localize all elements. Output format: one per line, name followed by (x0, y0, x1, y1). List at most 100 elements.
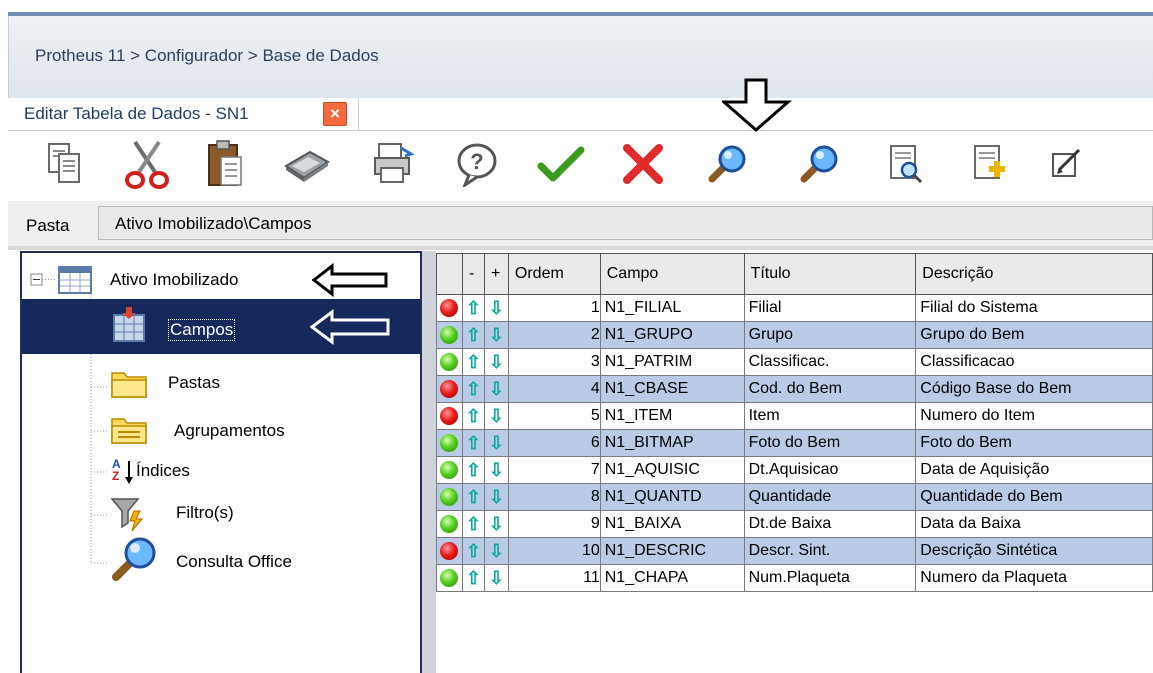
move-down-button[interactable]: ⇩ (483, 294, 509, 322)
print-icon[interactable] (364, 135, 422, 193)
status-green-icon (440, 487, 459, 506)
calculator-icon[interactable] (278, 135, 336, 193)
move-up-button[interactable]: ⇧ (461, 348, 485, 376)
application-window: Protheus 11 > Configurador > Base de Dad… (0, 0, 1153, 673)
cut-icon[interactable] (118, 135, 176, 193)
cell-campo: N1_PATRIM (599, 348, 745, 376)
status-green-icon (440, 514, 459, 533)
table-row[interactable]: ⇧ ⇩ 6 N1_BITMAP Foto do Bem Foto do Bem (436, 429, 1153, 457)
cell-ordem: 1 (507, 294, 601, 322)
table-row[interactable]: ⇧ ⇩ 3 N1_PATRIM Classificac. Classificacao (436, 348, 1153, 376)
move-down-button[interactable]: ⇩ (483, 510, 509, 538)
move-up-button[interactable]: ⇧ (461, 375, 485, 403)
search-next-icon[interactable] (790, 135, 848, 193)
arrow-down-icon: ⇩ (488, 540, 504, 561)
cell-descricao: Filial do Sistema (915, 294, 1153, 322)
move-up-button[interactable]: ⇧ (461, 294, 485, 322)
cell-ordem: 8 (507, 483, 601, 511)
cell-campo: N1_CHAPA (599, 564, 745, 592)
status-cell (436, 348, 463, 376)
fields-grid-icon (113, 307, 145, 342)
annotation-arrow-left-icon (310, 309, 390, 345)
move-down-button[interactable]: ⇩ (483, 348, 509, 376)
table-row[interactable]: ⇧ ⇩ 2 N1_GRUPO Grupo Grupo do Bem (436, 321, 1153, 349)
arrow-up-icon: ⇧ (465, 351, 481, 372)
table-icon (58, 266, 92, 294)
cell-campo: N1_CBASE (599, 375, 745, 403)
edit-icon[interactable] (1038, 135, 1096, 193)
new-document-icon[interactable] (960, 135, 1018, 193)
move-up-button[interactable]: ⇧ (461, 483, 485, 511)
cell-descricao: Quantidade do Bem (915, 483, 1153, 511)
table-row[interactable]: ⇧ ⇩ 11 N1_CHAPA Num.Plaqueta Numero da Plaque… (436, 564, 1153, 592)
cell-titulo: Descr. Sint. (743, 537, 917, 565)
move-down-button[interactable]: ⇩ (483, 456, 509, 484)
move-down-button[interactable]: ⇩ (483, 537, 509, 565)
move-up-button[interactable]: ⇧ (461, 510, 485, 538)
move-down-button[interactable]: ⇩ (483, 402, 509, 430)
table-row[interactable]: ⇧ ⇩ 9 N1_BAIXA Dt.de Baixa Data da Baixa (436, 510, 1153, 538)
table-row[interactable]: ⇧ ⇩ 7 N1_AQUISIC Dt.Aquisicao Data de Aquisiç… (436, 456, 1153, 484)
table-row[interactable]: ⇧ ⇩ 1 N1_FILIAL Filial Filial do Sistema (436, 294, 1153, 322)
paste-icon[interactable] (196, 135, 254, 193)
column-header-ordem[interactable]: Ordem (507, 253, 601, 295)
cancel-icon[interactable] (614, 135, 672, 193)
move-up-button[interactable]: ⇧ (461, 456, 485, 484)
tab-editar-tabela[interactable]: Editar Tabela de Dados - SN1 × (8, 98, 359, 130)
table-row[interactable]: ⇧ ⇩ 10 N1_DESCRIC Descr. Sint. Descrição Sint… (436, 537, 1153, 565)
confirm-icon[interactable] (532, 135, 590, 193)
cell-titulo: Dt.de Baixa (743, 510, 917, 538)
pasta-field[interactable]: Ativo Imobilizado\Campos (98, 206, 1153, 240)
arrow-up-icon: ⇧ (465, 459, 481, 480)
annotation-arrow-down-icon (722, 78, 792, 132)
cell-titulo: Num.Plaqueta (743, 564, 917, 592)
move-down-button[interactable]: ⇩ (483, 483, 509, 511)
tab-close-icon[interactable]: × (323, 102, 347, 126)
move-up-button[interactable]: ⇧ (461, 564, 485, 592)
help-icon[interactable]: ? (448, 135, 506, 193)
move-down-button[interactable]: ⇩ (483, 375, 509, 403)
arrow-down-icon: ⇩ (488, 567, 504, 588)
move-up-button[interactable]: ⇧ (461, 537, 485, 565)
move-up-button[interactable]: ⇧ (461, 402, 485, 430)
cell-descricao: Grupo do Bem (915, 321, 1153, 349)
tab-label: Editar Tabela de Dados - SN1 (24, 104, 249, 123)
cell-descricao: Foto do Bem (915, 429, 1153, 457)
splitter[interactable] (422, 251, 436, 673)
cell-ordem: 7 (507, 456, 601, 484)
status-green-icon (440, 352, 459, 371)
move-up-button[interactable]: ⇧ (461, 429, 485, 457)
tree-item-label: Agrupamentos (174, 421, 285, 440)
column-header-plus[interactable]: + (483, 253, 509, 295)
cell-ordem: 10 (507, 537, 601, 565)
tree-item-campos[interactable]: Campos (22, 299, 420, 354)
cell-ordem: 9 (507, 510, 601, 538)
cell-campo: N1_AQUISIC (599, 456, 745, 484)
fields-grid: - + Ordem Campo Título Descrição ⇧ ⇩ 1 N1_F… (436, 253, 1153, 673)
cell-campo: N1_ITEM (599, 402, 745, 430)
tree-panel: Ativo Imobilizado Campos Pastas Agrupame… (20, 251, 422, 673)
move-down-button[interactable]: ⇩ (483, 429, 509, 457)
table-row[interactable]: ⇧ ⇩ 4 N1_CBASE Cod. do Bem Código Base do Bem (436, 375, 1153, 403)
arrow-down-icon: ⇩ (488, 432, 504, 453)
column-header-status[interactable] (436, 253, 463, 295)
arrow-down-icon: ⇩ (488, 405, 504, 426)
status-green-icon (440, 325, 459, 344)
copy-icon[interactable] (36, 135, 94, 193)
preview-icon[interactable] (876, 135, 934, 193)
table-row[interactable]: ⇧ ⇩ 8 N1_QUANTD Quantidade Quantidade do Bem (436, 483, 1153, 511)
arrow-down-icon: ⇩ (488, 378, 504, 399)
search-icon[interactable] (698, 135, 756, 193)
table-row[interactable]: ⇧ ⇩ 5 N1_ITEM Item Numero do Item (436, 402, 1153, 430)
move-up-button[interactable]: ⇧ (461, 321, 485, 349)
cell-ordem: 11 (507, 564, 601, 592)
column-header-titulo[interactable]: Título (743, 253, 917, 295)
move-down-button[interactable]: ⇩ (483, 321, 509, 349)
cell-ordem: 5 (507, 402, 601, 430)
column-header-descricao[interactable]: Descrição (915, 253, 1153, 295)
cell-descricao: Descrição Sintética (915, 537, 1153, 565)
move-down-button[interactable]: ⇩ (483, 564, 509, 592)
cell-descricao: Numero da Plaqueta (915, 564, 1153, 592)
column-header-minus[interactable]: - (461, 253, 485, 295)
column-header-campo[interactable]: Campo (599, 253, 745, 295)
